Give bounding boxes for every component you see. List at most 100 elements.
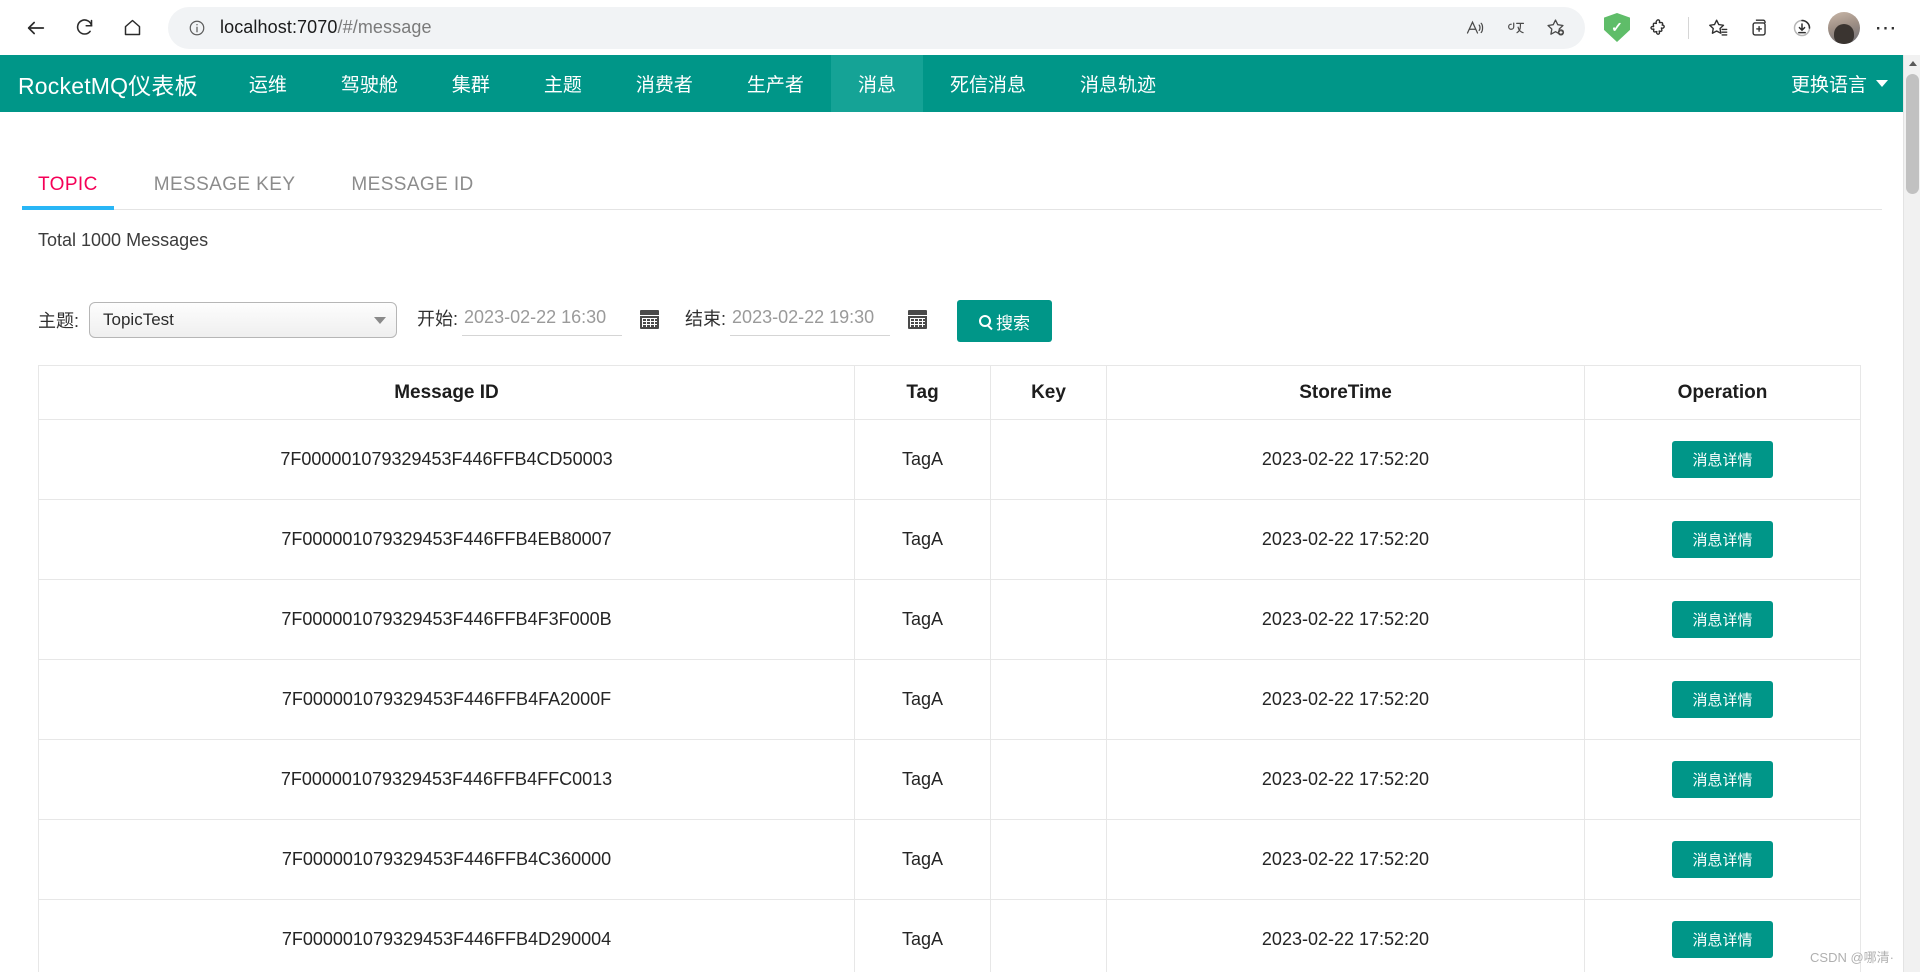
url-text[interactable]: localhost:7070/#/message	[220, 17, 1457, 38]
app-nav-items: 运维 驾驶舱 集群 主题 消费者 生产者 消息 死信消息 消息轨迹	[222, 55, 1183, 112]
cell-operation: 消息详情	[1584, 579, 1861, 660]
read-aloud-icon[interactable]	[1457, 10, 1493, 46]
language-switcher-label: 更换语言	[1790, 75, 1867, 96]
search-form: 主题: TopicTest 开始: 2023-02-22 16:30 结束: 2…	[38, 297, 1882, 343]
table-header-row: Message ID Tag Key StoreTime Operation	[38, 365, 1861, 420]
calendar-icon[interactable]	[640, 309, 660, 329]
nav-item-consumer[interactable]: 消费者	[609, 55, 720, 112]
tab-message-id[interactable]: MESSAGE ID	[351, 174, 473, 209]
col-header-storetime: StoreTime	[1106, 365, 1585, 420]
watermark-text: CSDN @哪清·	[1810, 950, 1894, 965]
nav-item-cluster[interactable]: 集群	[425, 55, 517, 112]
nav-item-producer[interactable]: 生产者	[720, 55, 831, 112]
nav-item-message-trace[interactable]: 消息轨迹	[1053, 55, 1183, 112]
cell-storetime: 2023-02-22 17:52:20	[1106, 419, 1585, 500]
page-content: TOPIC MESSAGE KEY MESSAGE ID Total 1000 …	[0, 112, 1920, 972]
tab-topic[interactable]: TOPIC	[22, 174, 114, 210]
downloads-icon[interactable]	[1782, 8, 1822, 48]
total-messages-text: Total 1000 Messages	[38, 230, 209, 250]
cell-storetime: 2023-02-22 17:52:20	[1106, 739, 1585, 820]
table-row: 7F000001079329453F446FFB4FA2000F TagA 20…	[38, 659, 1861, 740]
cell-operation: 消息详情	[1584, 739, 1861, 820]
reload-button[interactable]	[62, 6, 106, 50]
cell-message-id: 7F000001079329453F446FFB4F3F000B	[38, 579, 855, 660]
info-icon[interactable]	[184, 15, 210, 41]
language-switcher[interactable]: 更换语言	[1791, 55, 1920, 112]
begin-time-group: 开始: 2023-02-22 16:30	[417, 305, 660, 336]
message-detail-button[interactable]: 消息详情	[1672, 761, 1773, 798]
cell-tag: TagA	[854, 579, 991, 660]
app-navbar: RocketMQ仪表板 运维 驾驶舱 集群 主题 消费者 生产者 消息 死信消息…	[0, 55, 1920, 112]
url-host: localhost:7070	[220, 17, 338, 37]
address-bar[interactable]: localhost:7070/#/message	[168, 6, 1585, 49]
cell-tag: TagA	[854, 499, 991, 580]
cell-key	[990, 899, 1107, 972]
cell-tag: TagA	[854, 659, 991, 740]
home-button[interactable]	[110, 6, 154, 50]
search-icon	[979, 315, 992, 327]
tab-message-key[interactable]: MESSAGE KEY	[154, 174, 296, 209]
cell-key	[990, 579, 1107, 660]
message-detail-button[interactable]: 消息详情	[1672, 521, 1773, 558]
favorites-icon[interactable]	[1698, 8, 1738, 48]
search-button[interactable]: 搜索	[957, 300, 1053, 342]
begin-time-input[interactable]: 2023-02-22 16:30	[462, 307, 623, 336]
adblock-shield-icon[interactable]: ✓	[1597, 8, 1637, 48]
cell-operation: 消息详情	[1584, 659, 1861, 740]
cell-key	[990, 739, 1107, 820]
app-brand[interactable]: RocketMQ仪表板	[0, 55, 222, 112]
cell-tag: TagA	[854, 739, 991, 820]
cell-key	[990, 819, 1107, 900]
cell-message-id: 7F000001079329453F446FFB4CD50003	[38, 419, 855, 500]
topic-select[interactable]: TopicTest	[89, 302, 398, 338]
calendar-icon[interactable]	[908, 309, 928, 329]
message-detail-button[interactable]: 消息详情	[1672, 681, 1773, 718]
scrollbar-thumb[interactable]	[1906, 74, 1919, 194]
cell-storetime: 2023-02-22 17:52:20	[1106, 899, 1585, 972]
end-time-label: 结束:	[685, 308, 727, 329]
cell-message-id: 7F000001079329453F446FFB4EB80007	[38, 499, 855, 580]
message-detail-button[interactable]: 消息详情	[1672, 601, 1773, 638]
cell-storetime: 2023-02-22 17:52:20	[1106, 579, 1585, 660]
topic-select-value: TopicTest	[103, 310, 174, 329]
message-detail-button[interactable]: 消息详情	[1672, 921, 1773, 958]
search-mode-tabs: TOPIC MESSAGE KEY MESSAGE ID	[22, 160, 1882, 210]
end-time-input[interactable]: 2023-02-22 19:30	[730, 307, 891, 336]
nav-item-topic[interactable]: 主题	[517, 55, 609, 112]
messages-table-body: 7F000001079329453F446FFB4CD50003 TagA 20…	[38, 419, 1861, 972]
cell-operation: 消息详情	[1584, 819, 1861, 900]
translate-icon[interactable]	[1497, 10, 1533, 46]
add-favorite-icon[interactable]	[1537, 10, 1573, 46]
cell-message-id: 7F000001079329453F446FFB4FFC0013	[38, 739, 855, 820]
cell-key	[990, 659, 1107, 740]
table-row: 7F000001079329453F446FFB4F3F000B TagA 20…	[38, 579, 1861, 660]
avatar	[1828, 11, 1860, 44]
nav-item-dead-letter[interactable]: 死信消息	[923, 55, 1053, 112]
message-detail-button[interactable]: 消息详情	[1672, 841, 1773, 878]
messages-table-head: Message ID Tag Key StoreTime Operation	[38, 365, 1861, 420]
cell-key	[990, 419, 1107, 500]
nav-item-message[interactable]: 消息	[830, 55, 923, 112]
collections-icon[interactable]	[1740, 8, 1780, 48]
address-bar-icons	[1457, 10, 1573, 46]
scroll-up-arrow[interactable]	[1904, 55, 1920, 72]
more-settings-icon[interactable]: ⋯	[1866, 8, 1906, 48]
table-row: 7F000001079329453F446FFB4CD50003 TagA 20…	[38, 419, 1861, 500]
nav-item-ops[interactable]: 运维	[222, 55, 314, 112]
browser-toolbar: localhost:7070/#/message ✓ ⋯	[0, 0, 1920, 55]
cell-operation: 消息详情	[1584, 499, 1861, 580]
page-scrollbar[interactable]	[1903, 55, 1920, 972]
messages-table: Message ID Tag Key StoreTime Operation 7…	[38, 365, 1861, 972]
cell-key	[990, 499, 1107, 580]
message-detail-button[interactable]: 消息详情	[1672, 441, 1773, 478]
chevron-down-icon	[1876, 80, 1888, 87]
nav-item-cockpit[interactable]: 驾驶舱	[314, 55, 425, 112]
chevron-down-icon	[374, 316, 387, 324]
profile-avatar[interactable]	[1824, 8, 1864, 48]
extensions-icon[interactable]	[1639, 8, 1679, 48]
end-time-group: 结束: 2023-02-22 19:30	[685, 305, 928, 336]
table-row: 7F000001079329453F446FFB4FFC0013 TagA 20…	[38, 739, 1861, 820]
table-row: 7F000001079329453F446FFB4C360000 TagA 20…	[38, 819, 1861, 900]
back-button[interactable]	[14, 6, 58, 50]
cell-tag: TagA	[854, 819, 991, 900]
